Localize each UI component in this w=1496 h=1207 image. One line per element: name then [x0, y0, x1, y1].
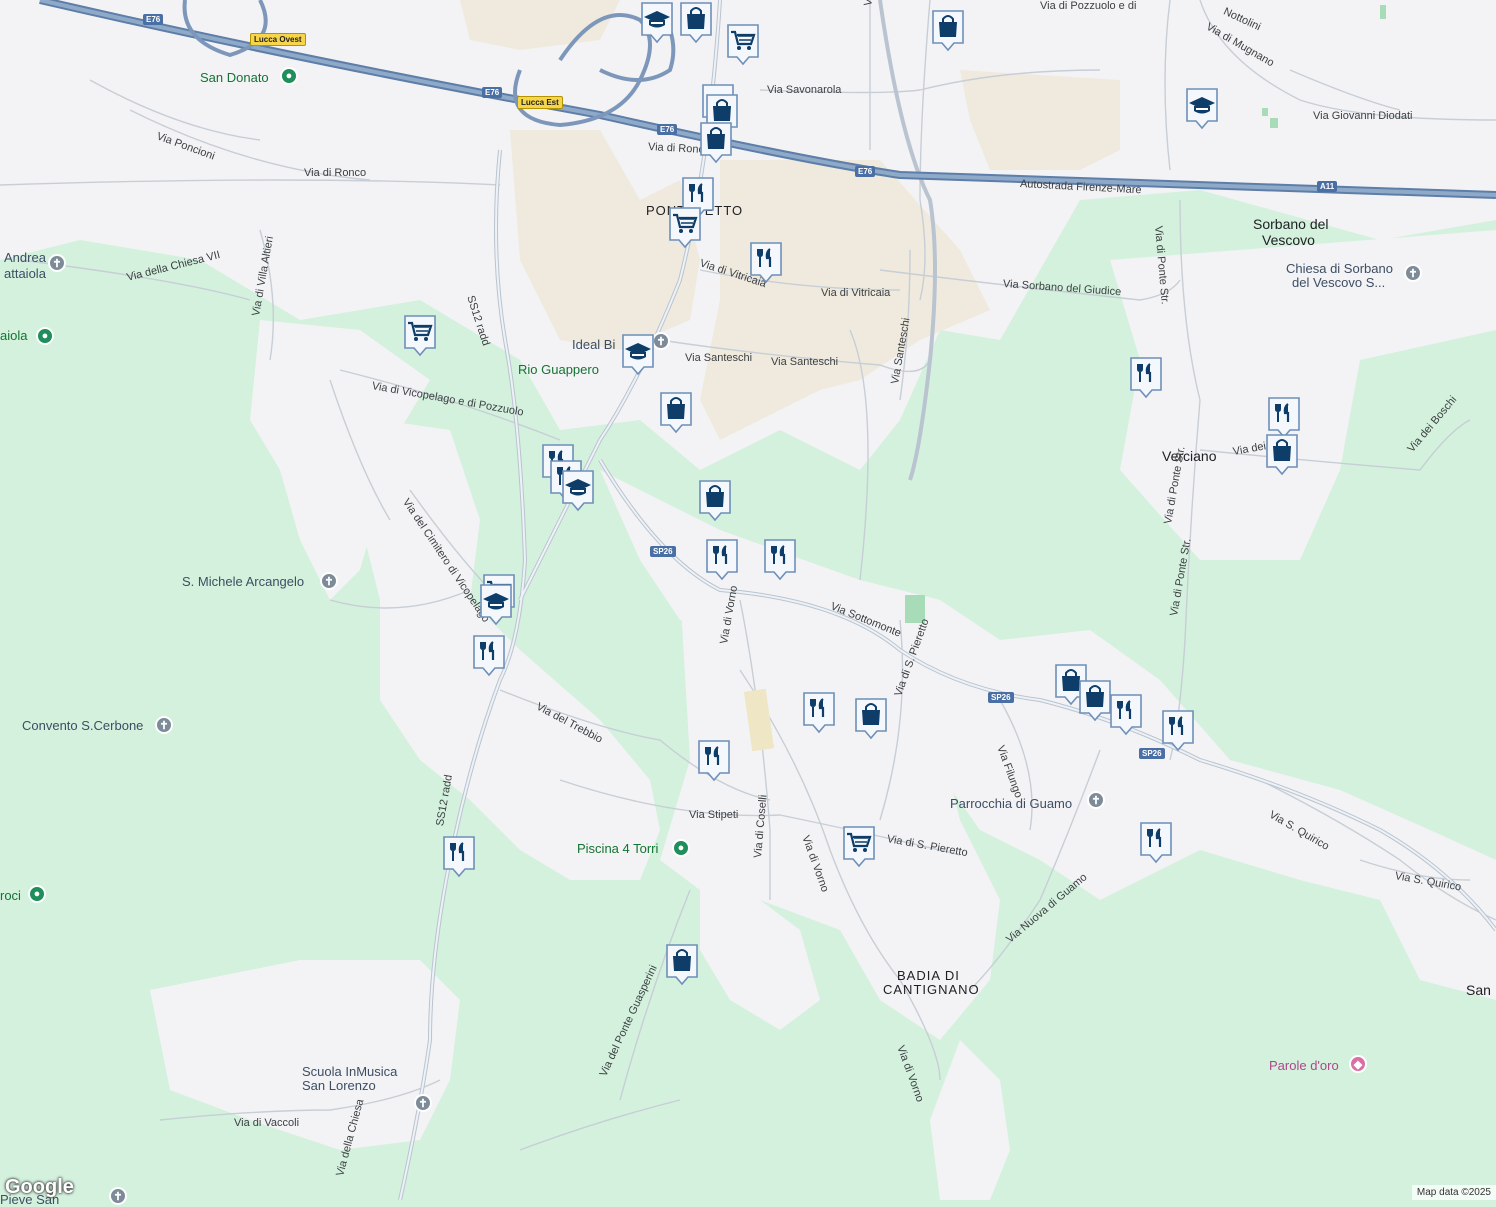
road-label: Via di Pozzuolo e di [1040, 0, 1137, 12]
road-shield: Lucca Est [517, 96, 563, 109]
road-label: Via di Vitricaia [821, 287, 891, 299]
poi-label[interactable]: roci [0, 888, 21, 903]
place-label: San [1466, 982, 1491, 998]
place-of-worship-icon[interactable]: ✝ [48, 254, 66, 272]
restaurant-icon[interactable] [1138, 820, 1174, 864]
shopping-icon[interactable] [1264, 432, 1300, 476]
map-canvas[interactable] [0, 0, 1496, 1200]
shopping-icon[interactable] [658, 390, 694, 434]
road-shield: E76 [482, 87, 503, 98]
school-icon[interactable] [560, 468, 596, 512]
road-label: Via di Vaccoli [234, 1117, 300, 1129]
shopping-icon[interactable] [930, 8, 966, 52]
poi-label[interactable]: Piscina 4 Torri [577, 841, 658, 856]
place-of-worship-icon[interactable]: ✝ [1087, 791, 1105, 809]
poi-label[interactable]: Scuola InMusica [302, 1064, 397, 1079]
restaurant-icon[interactable] [762, 537, 798, 581]
restaurant-icon[interactable] [441, 834, 477, 878]
shopping-icon[interactable] [697, 478, 733, 522]
road-label: Via Santeschi [685, 352, 753, 364]
shopping-poi-icon[interactable]: ◆ [1349, 1055, 1367, 1073]
grocery-icon[interactable] [402, 313, 438, 357]
restaurant-icon[interactable] [1160, 708, 1196, 752]
road-shield: SP26 [988, 692, 1014, 703]
road-label: Via di Ronco [304, 167, 367, 179]
road-shield: SP26 [650, 546, 676, 557]
restaurant-icon[interactable] [1128, 355, 1164, 399]
road-shield: E76 [657, 124, 678, 135]
poi-label[interactable]: attaiola [4, 266, 46, 281]
grocery-icon[interactable] [667, 205, 703, 249]
poi-label[interactable]: Andrea [4, 250, 46, 265]
road-label: Via Stipeti [689, 809, 739, 821]
road-shield: A11 [1317, 181, 1338, 192]
shopping-icon[interactable] [664, 942, 700, 986]
grocery-icon[interactable] [841, 824, 877, 868]
shopping-icon[interactable] [853, 696, 889, 740]
place-of-worship-icon[interactable]: ✝ [109, 1187, 127, 1205]
poi-label[interactable]: Ideal Bi [572, 337, 615, 352]
school-icon[interactable] [478, 582, 514, 626]
google-logo: Google [5, 1176, 74, 1198]
restaurant-icon[interactable] [801, 690, 837, 734]
shopping-icon[interactable] [698, 120, 734, 164]
place-label: CANTIGNANO [883, 982, 980, 997]
grocery-icon[interactable] [725, 22, 761, 66]
park-icon[interactable]: ● [28, 885, 46, 903]
restaurant-icon[interactable] [1108, 692, 1144, 736]
place-of-worship-icon[interactable]: ✝ [1404, 264, 1422, 282]
place-label: Vescovo [1262, 232, 1315, 248]
park-icon[interactable]: ● [36, 327, 54, 345]
restaurant-icon[interactable] [704, 537, 740, 581]
road-label: Via Santeschi [771, 356, 839, 368]
place-of-worship-icon[interactable]: ✝ [414, 1094, 432, 1112]
poi-label[interactable]: aiola [0, 328, 27, 343]
map-attribution: Map data ©2025 [1411, 1185, 1496, 1200]
road-shield: Lucca Ovest [250, 33, 306, 46]
place-of-worship-icon[interactable]: ✝ [155, 716, 173, 734]
park-icon[interactable]: ● [280, 67, 298, 85]
road-label: Via Giovanni Diodati [1313, 110, 1413, 122]
road-shield: E76 [855, 166, 876, 177]
shopping-icon[interactable] [678, 0, 714, 44]
poi-label[interactable]: Rio Guappero [518, 362, 599, 377]
poi-label[interactable]: San Donato [200, 70, 269, 85]
poi-label[interactable]: S. Michele Arcangelo [182, 574, 304, 589]
place-label: Sorbano del [1253, 216, 1329, 232]
place-of-worship-icon[interactable]: ✝ [320, 572, 338, 590]
school-icon[interactable] [620, 332, 656, 376]
poi-label[interactable]: Parole d'oro [1269, 1058, 1339, 1073]
restaurant-icon[interactable] [748, 240, 784, 284]
place-label: Verciano [1162, 448, 1217, 464]
poi-label[interactable]: Chiesa di Sorbano [1286, 261, 1393, 276]
road-shield: E76 [143, 14, 164, 25]
poi-label[interactable]: del Vescovo S... [1292, 275, 1385, 290]
park-icon[interactable]: ● [672, 839, 690, 857]
school-icon[interactable] [639, 0, 675, 44]
school-icon[interactable] [1184, 86, 1220, 130]
restaurant-icon[interactable] [471, 633, 507, 677]
poi-label[interactable]: Convento S.Cerbone [22, 718, 143, 733]
restaurant-icon[interactable] [696, 738, 732, 782]
place-label: BADIA DI [897, 968, 960, 983]
poi-label[interactable]: San Lorenzo [302, 1078, 376, 1093]
poi-label[interactable]: Parrocchia di Guamo [950, 796, 1072, 811]
road-label: Via Savonarola [767, 84, 842, 96]
